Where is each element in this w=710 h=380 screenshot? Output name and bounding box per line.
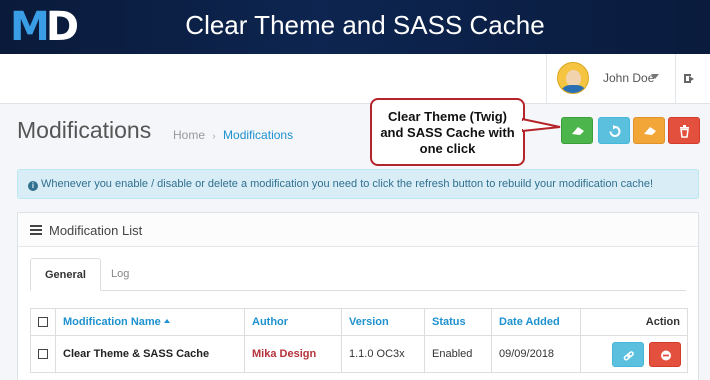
header-author[interactable]: Author: [244, 308, 342, 336]
banner-title: Clear Theme and SASS Cache: [185, 10, 545, 40]
callout-line: one click: [419, 141, 476, 156]
sort-asc-icon: [163, 319, 170, 323]
select-all-checkbox[interactable]: [38, 317, 48, 328]
logout-icon[interactable]: [684, 73, 698, 87]
link-icon: [623, 350, 634, 361]
caret-down-icon: [651, 74, 659, 79]
tab-log[interactable]: Log: [97, 258, 143, 291]
row-checkbox[interactable]: [38, 349, 48, 360]
avatar: [557, 62, 589, 94]
disable-button[interactable]: [649, 341, 681, 367]
tab-general[interactable]: General: [30, 258, 101, 291]
eraser-icon: [572, 127, 584, 135]
refresh-button[interactable]: [598, 117, 630, 144]
admin-header: John Doe: [0, 54, 710, 104]
cell-status: Enabled: [424, 335, 492, 373]
header-date-added[interactable]: Date Added: [491, 308, 581, 336]
info-icon: i: [28, 181, 38, 191]
eraser-icon: [644, 127, 656, 135]
clear-button[interactable]: [633, 117, 665, 144]
cell-date-added: 09/09/2018: [491, 335, 581, 373]
cell-modification-name: Clear Theme & SASS Cache: [55, 335, 245, 373]
callout-box: Clear Theme (Twig) and SASS Cache with o…: [370, 98, 525, 166]
header-modification-name[interactable]: Modification Name: [55, 308, 245, 336]
minus-circle-icon: [661, 350, 671, 360]
cell-author[interactable]: Mika Design: [244, 335, 342, 373]
delete-button[interactable]: [668, 117, 700, 144]
info-alert: i Whenever you enable / disable or delete…: [17, 169, 699, 199]
header-status[interactable]: Status: [424, 308, 492, 336]
list-icon: [30, 225, 42, 235]
header-action: Action: [580, 308, 688, 336]
table-header-row: Modification Name Author Version Status …: [30, 308, 688, 336]
callout-line: Clear Theme (Twig): [388, 109, 507, 124]
panel-heading: Modification List: [18, 213, 698, 247]
modification-list-panel: Modification List General Log Modificati…: [17, 212, 699, 380]
modification-table: Modification Name Author Version Status …: [30, 308, 688, 373]
promo-banner: MD Clear Theme and SASS Cache: [0, 0, 710, 54]
user-name: John Doe: [603, 71, 655, 85]
breadcrumb-home[interactable]: Home: [173, 128, 205, 142]
breadcrumb: Home › Modifications: [173, 128, 293, 142]
link-button[interactable]: [611, 341, 644, 367]
table-row: Clear Theme & SASS Cache Mika Design 1.1…: [30, 335, 688, 373]
alert-text: Whenever you enable / disable or delete …: [41, 178, 654, 190]
callout-line: and SASS Cache with: [380, 125, 515, 140]
callout-arrow: [522, 117, 561, 133]
row-select-cell: [30, 335, 56, 373]
breadcrumb-modifications[interactable]: Modifications: [223, 128, 293, 142]
user-menu[interactable]: John Doe: [546, 54, 676, 104]
refresh-icon: [609, 125, 621, 137]
cell-action: [580, 335, 688, 373]
header-version[interactable]: Version: [341, 308, 425, 336]
panel-title: Modification List: [49, 223, 143, 238]
clear-theme-sass-button[interactable]: [561, 117, 593, 144]
header-label: Modification Name: [63, 316, 161, 328]
cell-version: 1.1.0 OC3x: [341, 335, 425, 373]
select-all-cell: [30, 308, 56, 336]
page-title: Modifications: [17, 117, 152, 143]
breadcrumb-separator: ›: [212, 131, 216, 142]
tab-bar: General Log: [30, 258, 686, 291]
trash-icon: [680, 125, 689, 138]
